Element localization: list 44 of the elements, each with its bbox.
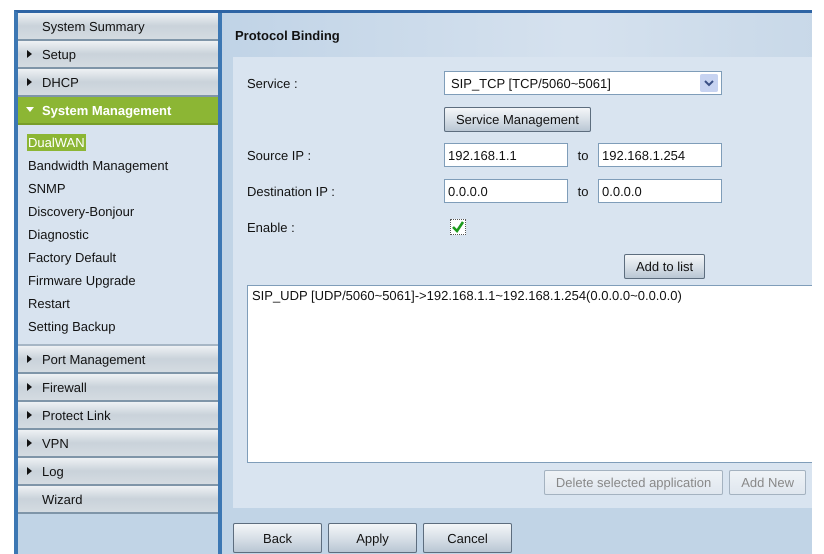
submenu-link[interactable]: Discovery-Bonjour [27, 203, 136, 220]
ip-input-field[interactable]: 192.168.1.1 [444, 143, 568, 167]
footer-button[interactable]: Apply [328, 523, 417, 553]
submenu-link[interactable]: SNMP [27, 180, 67, 197]
nav-item[interactable]: Protect Link [18, 402, 218, 430]
triangle-icon [26, 383, 34, 391]
field-label: Source IP : [247, 148, 312, 162]
nav-item[interactable]: Log [18, 458, 218, 486]
triangle-icon [26, 78, 34, 86]
service-dropdown[interactable]: SIP_TCP [TCP/5060~5061] [444, 71, 722, 95]
page-title: Protocol Binding [235, 28, 340, 42]
triangle-icon [26, 411, 34, 419]
nav-item[interactable]: Setup [18, 41, 218, 69]
range-separator: to [576, 148, 590, 162]
triangle-icon [26, 439, 34, 447]
submenu-link[interactable]: Factory Default [27, 249, 118, 266]
field-label: Destination IP : [247, 184, 336, 198]
add-to-list-button[interactable]: Add to list [624, 254, 706, 279]
triangle-icon [26, 355, 34, 363]
footer-button[interactable]: Cancel [423, 523, 512, 553]
nav-item[interactable]: Port Management [18, 346, 218, 374]
nav-item[interactable]: VPN [18, 430, 218, 458]
nav-item[interactable]: DHCP [18, 69, 218, 97]
footer-button[interactable]: Back [233, 523, 322, 553]
submenu-link[interactable]: Bandwidth Management [27, 157, 170, 174]
service-management-button[interactable]: Service Management [444, 106, 591, 132]
ip-input-field[interactable]: 192.168.1.254 [598, 143, 722, 167]
field-label: Enable : [247, 220, 296, 234]
nav-item[interactable]: Wizard [18, 486, 218, 514]
submenu-link[interactable]: Diagnostic [27, 226, 90, 243]
ip-input-field[interactable]: 0.0.0.0 [444, 179, 568, 203]
list-entry[interactable]: SIP_UDP [UDP/5060~5061]->192.168.1.1~192.168.1.254(0.0.0.0~0.0.0.0) [252, 288, 808, 303]
nav-item[interactable]: Firewall [18, 374, 218, 402]
submenu-link[interactable]: Setting Backup [27, 318, 116, 335]
nav-item[interactable]: System Summary [18, 13, 218, 41]
ip-input-field[interactable]: 0.0.0.0 [598, 179, 722, 203]
triangle-icon [26, 467, 34, 475]
field-label: Service : [247, 76, 299, 90]
enable-checkbox[interactable] [450, 219, 466, 235]
submenu-link[interactable]: Restart [27, 295, 71, 312]
range-separator: to [576, 184, 590, 198]
triangle-icon [26, 106, 34, 114]
triangle-icon [26, 50, 34, 58]
submenu-link[interactable]: Firmware Upgrade [27, 272, 137, 289]
